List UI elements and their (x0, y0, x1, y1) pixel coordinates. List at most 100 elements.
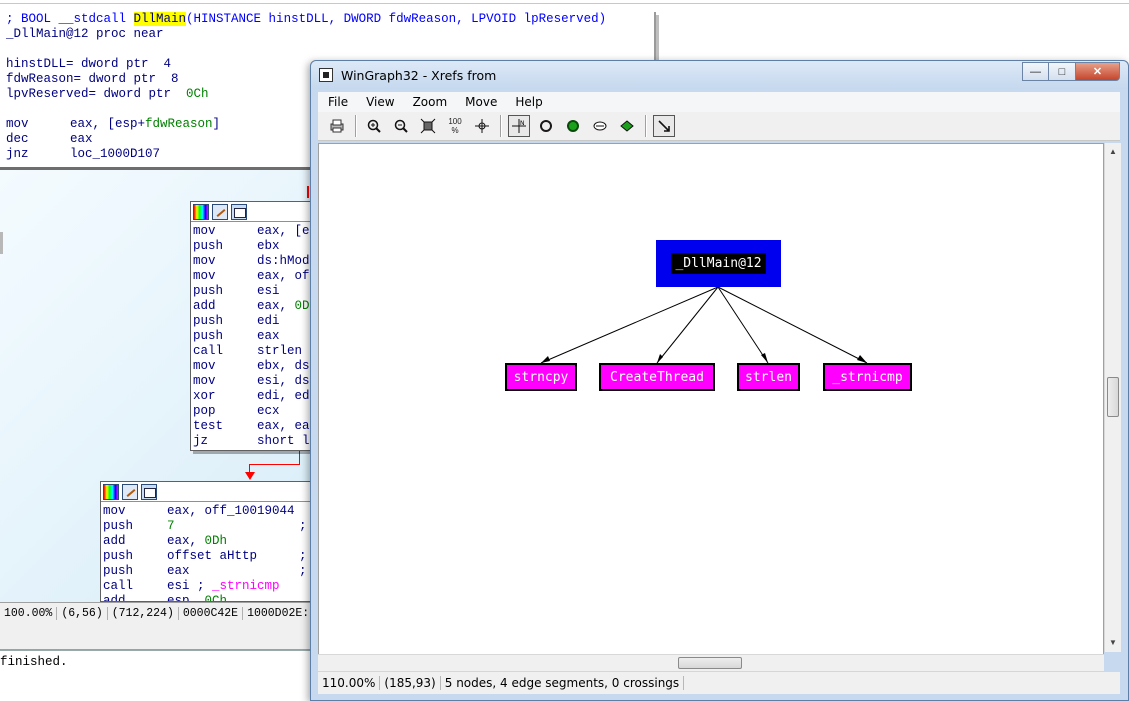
operand[interactable]: esp, 0Ch (167, 594, 227, 601)
mnemonic: add (193, 299, 216, 313)
operand[interactable]: esi (257, 284, 280, 299)
operand[interactable]: eax, [e (257, 224, 310, 239)
circle-layout-icon (540, 120, 552, 132)
maximize-button[interactable]: □ (1049, 62, 1076, 81)
flow-arrow (250, 464, 300, 465)
code-row: mov esi, ds (193, 374, 311, 389)
wingraph-window[interactable]: WinGraph32 - Xrefs from — □ ✕ File View … (310, 60, 1129, 701)
graph-view-icon[interactable] (231, 203, 247, 220)
operand[interactable]: ebx (257, 239, 280, 254)
operand[interactable]: 7 (167, 519, 175, 534)
edit-pen-icon[interactable] (212, 203, 228, 220)
operand[interactable]: eax, of (257, 269, 310, 284)
app-icon[interactable] (319, 68, 333, 82)
toolbar-separator (645, 115, 647, 137)
horizontal-scrollbar[interactable] (318, 654, 1104, 671)
layout-swap-button[interactable] (589, 115, 611, 137)
arrowhead-strlen (761, 353, 768, 363)
zoom-in-icon (367, 119, 381, 133)
operand[interactable]: edi (257, 314, 280, 329)
close-button[interactable]: ✕ (1076, 62, 1120, 81)
operand[interactable]: esi, ds (257, 374, 310, 389)
zoom-in-button[interactable] (363, 115, 385, 137)
pointer-button[interactable] (653, 115, 675, 137)
menu-move[interactable]: Move (455, 95, 505, 109)
print-button[interactable] (326, 115, 348, 137)
file-offset: 0000C42E (179, 607, 244, 620)
left-scroll-knob[interactable] (0, 232, 3, 254)
node-strncpy[interactable]: strncpy (505, 363, 577, 391)
mnemonic: add (103, 534, 126, 548)
node-strlen[interactable]: strlen (737, 363, 800, 391)
horizontal-scroll-thumb[interactable] (678, 657, 742, 669)
operand[interactable]: offset aHttp (167, 549, 257, 564)
operand[interactable]: ebx, ds (257, 359, 310, 374)
menu-view[interactable]: View (356, 95, 402, 109)
code-row: call esi ; _strnicmp (103, 579, 311, 594)
zoom-level: 100.00% (0, 607, 58, 620)
menu-zoom[interactable]: Zoom (403, 95, 456, 109)
layout-circle-button[interactable] (535, 115, 557, 137)
center-button[interactable] (471, 115, 493, 137)
operand[interactable]: edi, ed (257, 389, 310, 404)
window-titlebar[interactable]: WinGraph32 - Xrefs from — □ ✕ (311, 61, 1128, 89)
operand[interactable]: eax, ea (257, 419, 310, 434)
mnemonic: push (103, 519, 134, 533)
operand[interactable]: eax, 0D (257, 299, 310, 314)
operand[interactable]: esi ; _strnicmp (167, 579, 280, 594)
operand[interactable]: ecx (257, 404, 280, 419)
color-palette-icon[interactable] (103, 483, 119, 500)
zoom-100-label: 100 (448, 117, 462, 126)
comment-marker: ; (299, 549, 307, 563)
operand[interactable]: short l (257, 434, 310, 449)
scroll-down-icon[interactable]: ▼ (1109, 638, 1117, 647)
graph-canvas[interactable]: _DllMain@12 strncpy CreateThread strlen … (318, 143, 1104, 658)
code-row: xor edi, ed (193, 389, 311, 404)
mnemonic: push (103, 549, 134, 563)
vertical-scrollbar[interactable]: ▲ ▼ (1104, 143, 1121, 652)
code-row: push eax (193, 329, 311, 344)
edge-to-createthread (656, 286, 719, 364)
menu-help[interactable]: Help (505, 95, 550, 109)
operand[interactable]: strlen (257, 344, 302, 359)
operand[interactable]: ds:hMod (257, 254, 310, 269)
node-strnicmp[interactable]: _strnicmp (823, 363, 912, 391)
function-name-highlight[interactable]: DllMain (133, 12, 187, 26)
operand[interactable]: eax, 0Dh (167, 534, 227, 549)
zoom-out-button[interactable] (390, 115, 412, 137)
menu-file[interactable]: File (318, 95, 356, 109)
node-dllmain[interactable]: _DllMain@12 (656, 240, 781, 287)
node-createthread[interactable]: CreateThread (599, 363, 715, 391)
fit-button[interactable] (417, 115, 439, 137)
layout-tree-button[interactable]: N (508, 115, 530, 137)
mnemonic: push (193, 284, 224, 298)
mnemonic: push (193, 239, 224, 253)
vertical-scroll-thumb[interactable] (1107, 377, 1119, 417)
mnemonic: pop (193, 404, 216, 418)
diamond-layout-icon (620, 120, 634, 132)
code-row: pop ecx (193, 404, 311, 419)
layout-diamond-button[interactable] (616, 115, 638, 137)
swap-layout-icon (593, 121, 607, 131)
scroll-up-icon[interactable]: ▲ (1109, 147, 1117, 156)
graph-coords: (6,56) (57, 607, 108, 620)
block-body: mov eax, off_10019044 push 7; add eax, 0Dh pus… (101, 502, 311, 601)
mnemonic: push (193, 314, 224, 328)
mnemonic: mov (193, 359, 216, 373)
toolbar-separator (355, 115, 357, 137)
code-block[interactable]: mov eax, off_10019044 push 7; add eax, 0Dh pus… (100, 481, 312, 602)
code-row: add eax, 0D (193, 299, 311, 314)
code-block[interactable]: mov eax, [e push ebx mov ds:hMod mov eax, of pus… (190, 201, 312, 451)
color-palette-icon[interactable] (193, 203, 209, 220)
flow-arrow (307, 186, 309, 198)
graph-view-icon[interactable] (141, 483, 157, 500)
operand[interactable]: eax (257, 329, 280, 344)
block-titlebar (101, 482, 311, 502)
wingraph-status-bar: 110.00% (185,93) 5 nodes, 4 edge segment… (318, 672, 1120, 694)
layout-green-button[interactable] (562, 115, 584, 137)
edit-pen-icon[interactable] (122, 483, 138, 500)
minimize-button[interactable]: — (1022, 62, 1049, 81)
operand[interactable]: eax, off_10019044 (167, 504, 295, 519)
zoom-100-button[interactable]: 100% (444, 115, 466, 137)
operand[interactable]: eax (167, 564, 190, 579)
